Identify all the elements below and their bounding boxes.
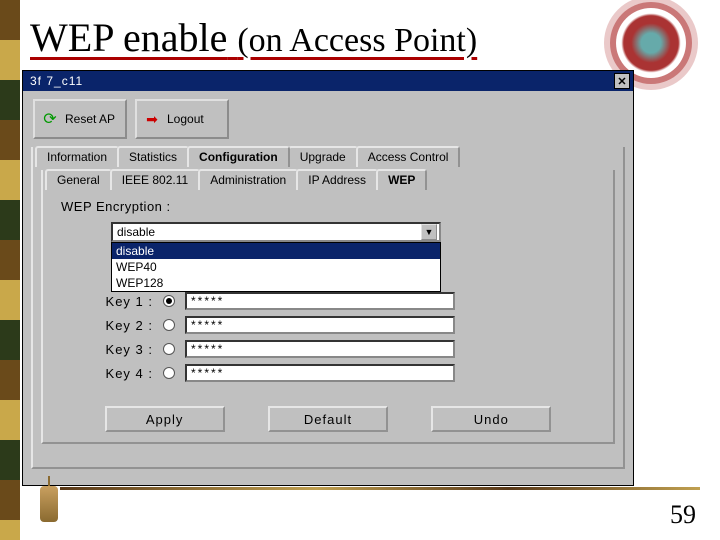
tab-ip-address[interactable]: IP Address <box>296 169 378 190</box>
wep-key2-field[interactable]: ***** <box>185 316 455 334</box>
wep-key2-label: Key 2 : <box>99 318 153 333</box>
lantern-icon <box>40 486 58 522</box>
tab-administration[interactable]: Administration <box>198 169 298 190</box>
action-button-row: Apply Default Undo <box>43 406 613 432</box>
close-icon: ✕ <box>617 75 626 88</box>
wep-panel: WEP Encryption : disable ▼ disable WEP40… <box>43 191 613 396</box>
wep-keys-group: Key 1 : ***** Key 2 : ***** Key 3 : <box>99 292 595 382</box>
apply-button[interactable]: Apply <box>105 406 225 432</box>
tab-information[interactable]: Information <box>35 146 119 167</box>
tab-general[interactable]: General <box>45 169 112 190</box>
logout-icon: ➡ <box>143 110 161 128</box>
wep-option-disable[interactable]: disable <box>112 243 440 259</box>
wep-key3-radio[interactable] <box>163 343 175 355</box>
logout-label: Logout <box>167 112 204 126</box>
page-number: 59 <box>670 500 696 530</box>
tab-statistics[interactable]: Statistics <box>117 146 189 167</box>
wep-key4-label: Key 4 : <box>99 366 153 381</box>
toolbar: ⟳ Reset AP ➡ Logout <box>23 91 633 147</box>
title-main: WEP enable <box>30 15 227 60</box>
wep-encryption-label: WEP Encryption : <box>61 199 595 214</box>
reset-ap-button[interactable]: ⟳ Reset AP <box>33 99 127 139</box>
wep-key-row-1: Key 1 : ***** <box>99 292 595 310</box>
decorative-divider <box>60 487 700 490</box>
wep-key2-radio[interactable] <box>163 319 175 331</box>
wep-combo-value: disable <box>117 225 155 239</box>
config-window: 3f 7_c11 ✕ ⟳ Reset AP ➡ Logout Informati… <box>22 70 634 486</box>
tabs-secondary-container: General IEEE 802.11 Administration IP Ad… <box>41 170 615 444</box>
wep-encryption-combo-wrap: disable ▼ disable WEP40 WEP128 <box>111 222 441 242</box>
wep-option-wep128[interactable]: WEP128 <box>112 275 440 291</box>
close-button[interactable]: ✕ <box>614 73 630 89</box>
window-title: 3f 7_c11 <box>26 74 83 88</box>
tabs-primary-row: Information Statistics Configuration Upg… <box>33 146 623 167</box>
wep-key1-label: Key 1 : <box>99 294 153 309</box>
window-titlebar[interactable]: 3f 7_c11 ✕ <box>23 71 633 91</box>
slide-title: WEP enable (on Access Point) <box>30 14 477 61</box>
title-sub: (on Access Point) <box>237 22 477 59</box>
wep-key1-radio[interactable] <box>163 295 175 307</box>
wep-option-wep40[interactable]: WEP40 <box>112 259 440 275</box>
tab-wep[interactable]: WEP <box>376 169 427 190</box>
tab-configuration[interactable]: Configuration <box>187 146 290 167</box>
wep-key-row-3: Key 3 : ***** <box>99 340 595 358</box>
university-badge-icon <box>616 8 686 78</box>
tab-ieee80211[interactable]: IEEE 802.11 <box>110 169 201 190</box>
wep-key-row-2: Key 2 : ***** <box>99 316 595 334</box>
wep-encryption-dropdown[interactable]: disable WEP40 WEP128 <box>111 242 441 292</box>
wep-key-row-4: Key 4 : ***** <box>99 364 595 382</box>
undo-button[interactable]: Undo <box>431 406 551 432</box>
slide-background: WEP enable (on Access Point) 3f 7_c11 ✕ … <box>0 0 720 540</box>
tab-access-control[interactable]: Access Control <box>356 146 461 167</box>
logout-button[interactable]: ➡ Logout <box>135 99 229 139</box>
tabs-secondary-row: General IEEE 802.11 Administration IP Ad… <box>43 169 613 190</box>
wep-key1-field[interactable]: ***** <box>185 292 455 310</box>
refresh-icon: ⟳ <box>41 110 59 128</box>
reset-ap-label: Reset AP <box>65 112 115 126</box>
wep-key4-field[interactable]: ***** <box>185 364 455 382</box>
decorative-left-stripe <box>0 0 20 540</box>
default-button[interactable]: Default <box>268 406 388 432</box>
chevron-down-icon[interactable]: ▼ <box>421 224 437 240</box>
wep-key3-field[interactable]: ***** <box>185 340 455 358</box>
tab-upgrade[interactable]: Upgrade <box>288 146 358 167</box>
wep-key3-label: Key 3 : <box>99 342 153 357</box>
tabs-primary-container: Information Statistics Configuration Upg… <box>31 147 625 469</box>
wep-key4-radio[interactable] <box>163 367 175 379</box>
wep-encryption-combo[interactable]: disable ▼ <box>111 222 441 242</box>
